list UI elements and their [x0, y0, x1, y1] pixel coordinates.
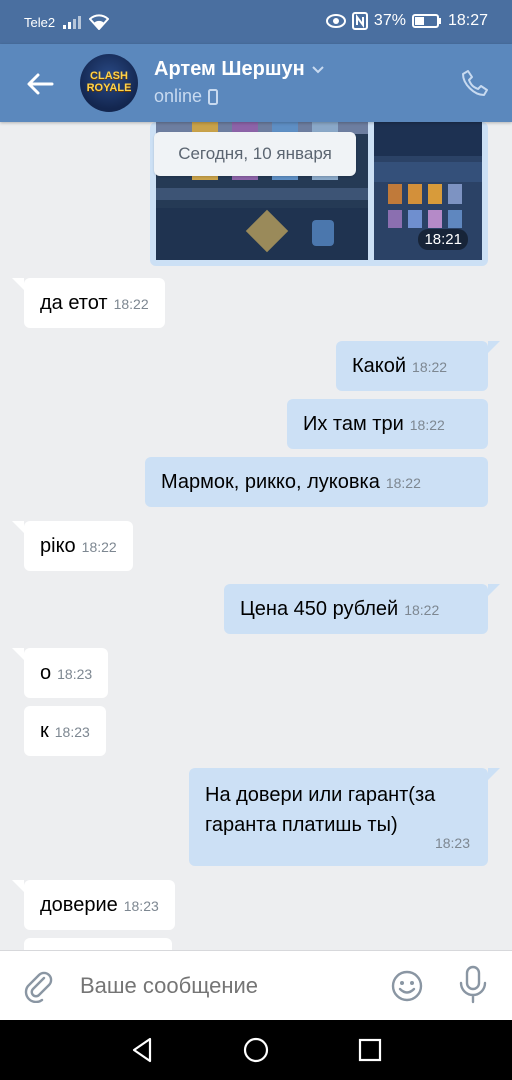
avatar[interactable]: CLASH ROYALE: [80, 54, 138, 112]
nav-recents-icon[interactable]: [356, 1036, 384, 1064]
message-time: 18:23: [434, 835, 470, 851]
message-outgoing[interactable]: На довери или гарант(за гаранта платишь …: [189, 768, 500, 866]
message-text: о: [40, 662, 52, 684]
message-time: 18:22: [113, 296, 149, 312]
screenshot-thumbnail-2[interactable]: 18:21: [374, 122, 482, 260]
status-bar: Tele2 37% 18:27: [0, 0, 512, 44]
bubble-tail: [12, 648, 24, 660]
nav-home-icon[interactable]: [242, 1036, 270, 1064]
message-outgoing[interactable]: Цена 450 рублей 18:22: [224, 584, 500, 634]
message-time: 18:22: [385, 475, 421, 491]
message-incoming[interactable]: да етот 18:22: [12, 278, 165, 328]
wifi-icon: [89, 14, 110, 30]
image-time: 18:21: [418, 229, 468, 250]
message-text: Их там три: [303, 413, 404, 435]
message-text-line-1: На довери или гарант(за: [205, 784, 436, 806]
date-separator: Сегодня, 10 января: [154, 132, 356, 176]
message-text: к: [40, 720, 49, 742]
contact-status: online: [154, 86, 219, 107]
message-outgoing[interactable]: Мармок, рикко, луковка 18:22: [145, 457, 488, 507]
status-right: 37% 18:27: [325, 12, 488, 30]
nav-back-icon[interactable]: [128, 1036, 156, 1064]
message-input-bar: [0, 950, 512, 1020]
message-time: 18:23: [54, 724, 90, 740]
message-time: 18:22: [404, 602, 440, 618]
bubble-tail: [12, 880, 24, 892]
message-text: Какой: [352, 355, 407, 377]
android-nav-bar: [0, 1020, 512, 1080]
message-time: 18:22: [409, 417, 445, 433]
message-text: да етот: [40, 292, 108, 314]
message-time: 18:23: [57, 666, 93, 682]
message-incoming-partial[interactable]: [24, 938, 172, 950]
message-time: 18:23: [123, 898, 159, 914]
status-text: online: [154, 86, 203, 106]
message-text-line-2: гаранта платишь ты): [205, 814, 398, 836]
back-arrow-icon[interactable]: [24, 68, 56, 100]
message-incoming[interactable]: о 18:23: [12, 648, 109, 698]
bubble-tail: [12, 521, 24, 533]
phone-icon[interactable]: [460, 68, 490, 98]
message-incoming[interactable]: к 18:23: [24, 706, 106, 756]
message-input[interactable]: [80, 969, 370, 1003]
battery-percent: 37%: [373, 12, 406, 29]
carrier-label: Tele2: [24, 14, 56, 30]
contact-name: Артем Шершун: [154, 58, 305, 80]
message-text: доверие: [40, 894, 118, 916]
message-text: ріко: [40, 535, 76, 557]
message-text: Цена 450 рублей: [240, 598, 399, 620]
signal-icon: [63, 16, 82, 29]
message-incoming[interactable]: ріко 18:22: [12, 521, 133, 571]
clock: 18:27: [447, 12, 488, 29]
chat-messages[interactable]: 18:21 Сегодня, 10 января да етот 18:22 Ка…: [0, 122, 512, 950]
bubble-tail: [12, 278, 24, 290]
bubble-tail: [488, 768, 500, 780]
bubble-tail: [488, 584, 500, 596]
microphone-icon[interactable]: [456, 965, 490, 1005]
smile-icon[interactable]: [390, 969, 424, 1003]
message-time: 18:22: [412, 359, 448, 375]
message-outgoing[interactable]: Какой 18:22: [336, 341, 500, 391]
chat-header: CLASH ROYALE Артем Шершун online: [0, 44, 512, 122]
message-outgoing[interactable]: Их там три 18:22: [287, 399, 488, 449]
mobile-icon: [208, 88, 219, 105]
nfc-icon: [351, 12, 368, 30]
message-incoming[interactable]: доверие 18:23: [12, 880, 175, 930]
chevron-down-icon: [312, 65, 324, 73]
message-text: Мармок, рикко, луковка: [161, 471, 380, 493]
battery-icon: [411, 14, 441, 28]
message-time: 18:22: [81, 539, 117, 555]
avatar-logo-text: CLASH ROYALE: [86, 70, 132, 94]
bubble-tail: [488, 341, 500, 353]
status-left: Tele2: [24, 14, 110, 30]
paperclip-icon[interactable]: [22, 969, 56, 1003]
eye-icon: [325, 14, 346, 28]
contact-name-row[interactable]: Артем Шершун: [154, 58, 325, 81]
